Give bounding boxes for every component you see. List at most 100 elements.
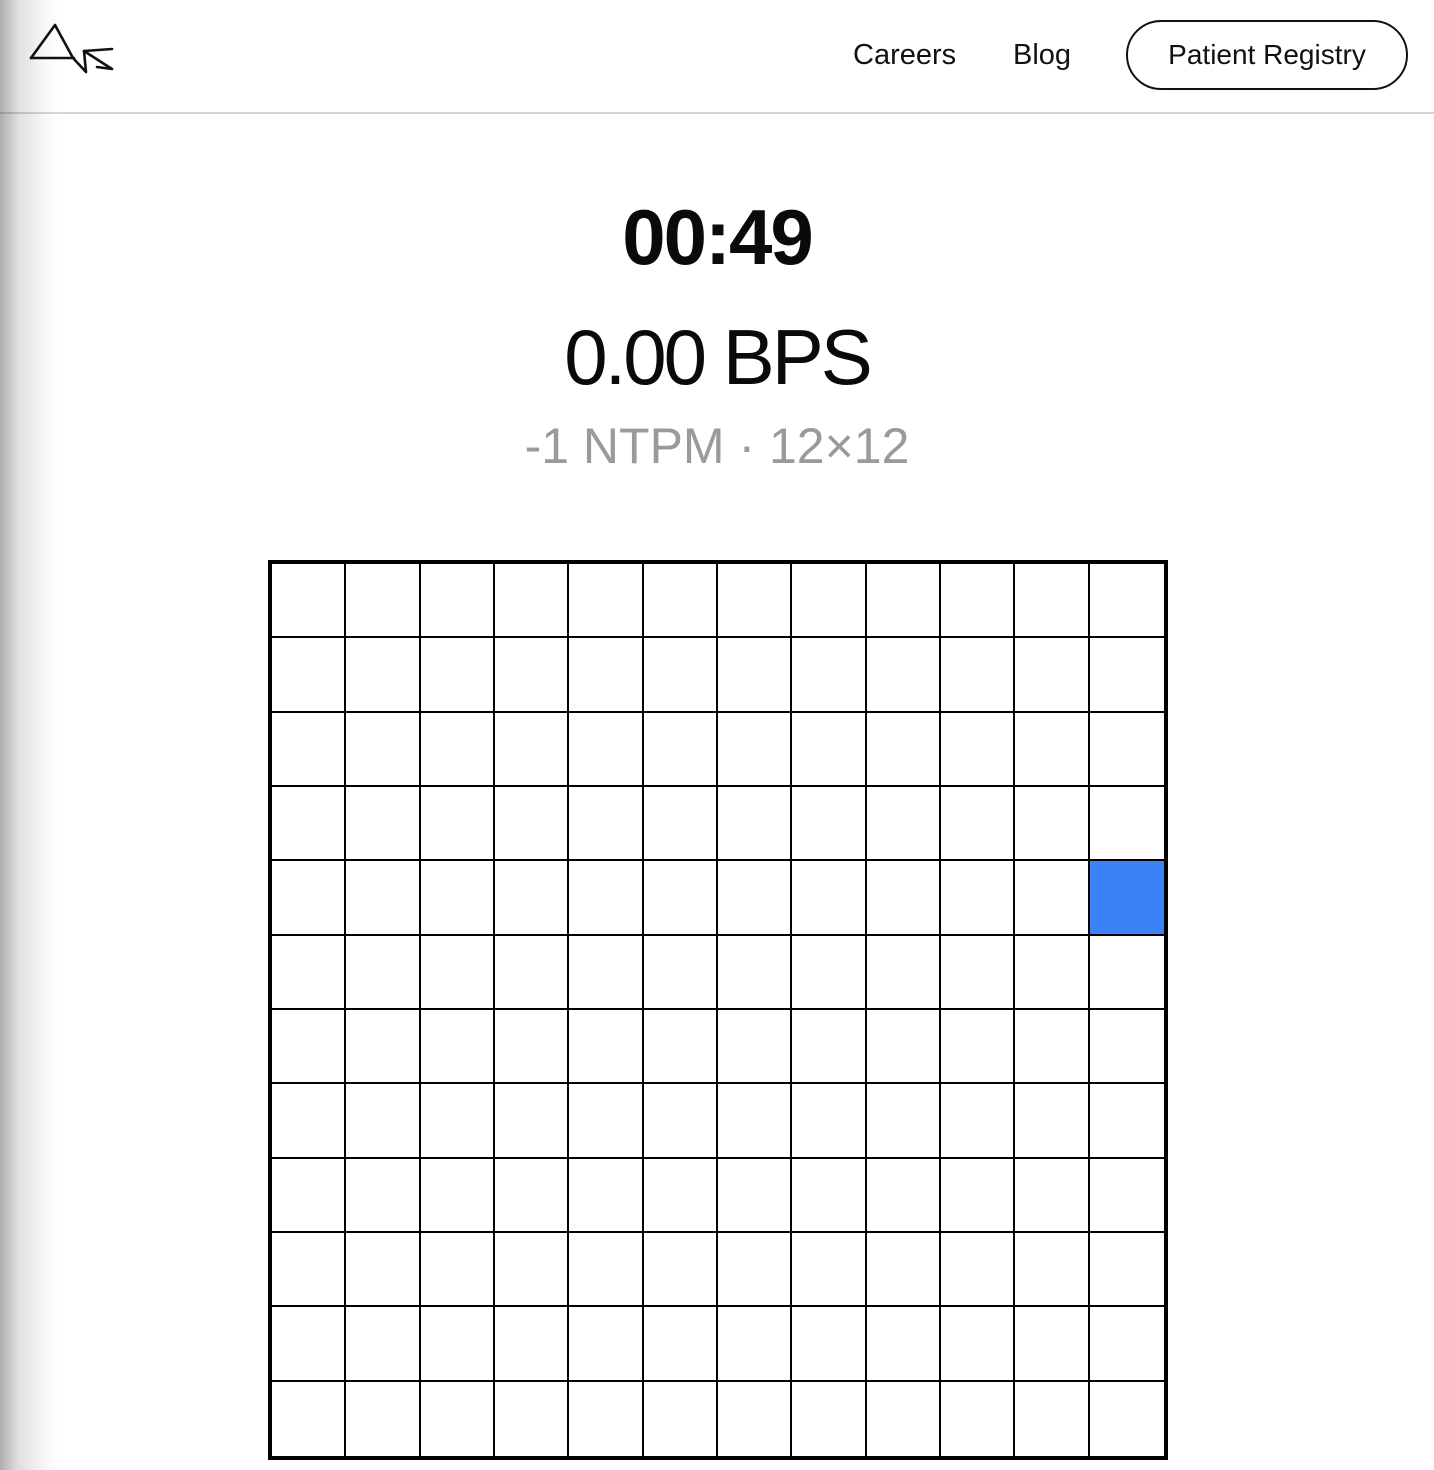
grid-cell[interactable]: [643, 861, 718, 936]
grid-cell[interactable]: [866, 861, 941, 936]
grid-cell[interactable]: [420, 564, 495, 639]
grid-cell[interactable]: [1015, 787, 1090, 862]
grid-cell[interactable]: [866, 1158, 941, 1233]
grid-cell[interactable]: [1089, 1307, 1164, 1382]
grid-cell[interactable]: [569, 638, 644, 713]
grid-cell[interactable]: [495, 1010, 570, 1085]
grid-cell[interactable]: [643, 564, 718, 639]
grid-cell[interactable]: [346, 861, 421, 936]
grid-cell[interactable]: [941, 712, 1016, 787]
grid-cell[interactable]: [792, 564, 867, 639]
grid-cell[interactable]: [569, 1307, 644, 1382]
grid-cell[interactable]: [718, 1381, 793, 1456]
grid-cell[interactable]: [420, 1307, 495, 1382]
grid-cell[interactable]: [346, 1307, 421, 1382]
grid-cell[interactable]: [643, 1084, 718, 1159]
grid-cell[interactable]: [643, 1233, 718, 1308]
grid-cell[interactable]: [495, 861, 570, 936]
grid-cell[interactable]: [792, 787, 867, 862]
grid-cell[interactable]: [1015, 1233, 1090, 1308]
grid-cell[interactable]: [792, 1381, 867, 1456]
grid-cell[interactable]: [866, 1233, 941, 1308]
grid-cell[interactable]: [272, 564, 347, 639]
grid-cell[interactable]: [1089, 712, 1164, 787]
nav-careers-link[interactable]: Careers: [853, 36, 956, 74]
grid-cell[interactable]: [643, 935, 718, 1010]
grid-cell[interactable]: [941, 1158, 1016, 1233]
grid-cell[interactable]: [420, 1084, 495, 1159]
grid-cell[interactable]: [792, 861, 867, 936]
grid-cell[interactable]: [420, 1233, 495, 1308]
grid-cell[interactable]: [420, 1010, 495, 1085]
grid-cell[interactable]: [718, 1010, 793, 1085]
grid-cell[interactable]: [346, 638, 421, 713]
grid-cell[interactable]: [569, 1084, 644, 1159]
target-cell[interactable]: [1089, 861, 1164, 936]
grid-cell[interactable]: [272, 712, 347, 787]
grid-cell[interactable]: [1015, 638, 1090, 713]
grid-cell[interactable]: [866, 1381, 941, 1456]
grid-cell[interactable]: [1089, 1010, 1164, 1085]
grid-cell[interactable]: [718, 1084, 793, 1159]
grid-cell[interactable]: [941, 1307, 1016, 1382]
grid-cell[interactable]: [718, 1158, 793, 1233]
grid-cell[interactable]: [569, 861, 644, 936]
grid-cell[interactable]: [569, 1010, 644, 1085]
patient-registry-button[interactable]: Patient Registry: [1126, 20, 1408, 90]
grid-cell[interactable]: [866, 564, 941, 639]
grid-cell[interactable]: [272, 787, 347, 862]
grid-cell[interactable]: [272, 861, 347, 936]
grid-cell[interactable]: [272, 638, 347, 713]
grid-cell[interactable]: [1015, 861, 1090, 936]
grid-cell[interactable]: [643, 787, 718, 862]
grid-cell[interactable]: [866, 1307, 941, 1382]
grid-cell[interactable]: [495, 1233, 570, 1308]
grid-cell[interactable]: [272, 1233, 347, 1308]
grid-cell[interactable]: [272, 935, 347, 1010]
grid-cell[interactable]: [1015, 1084, 1090, 1159]
grid-cell[interactable]: [272, 1381, 347, 1456]
grid-cell[interactable]: [346, 1381, 421, 1456]
grid-cell[interactable]: [1015, 935, 1090, 1010]
grid-cell[interactable]: [569, 712, 644, 787]
grid-cell[interactable]: [866, 638, 941, 713]
grid-cell[interactable]: [1015, 712, 1090, 787]
grid-cell[interactable]: [866, 1084, 941, 1159]
grid-cell[interactable]: [643, 638, 718, 713]
grid-cell[interactable]: [569, 564, 644, 639]
grid-cell[interactable]: [569, 1158, 644, 1233]
grid-cell[interactable]: [792, 712, 867, 787]
grid-cell[interactable]: [866, 935, 941, 1010]
grid-cell[interactable]: [346, 1010, 421, 1085]
grid-cell[interactable]: [569, 787, 644, 862]
grid-cell[interactable]: [569, 935, 644, 1010]
grid-cell[interactable]: [495, 1307, 570, 1382]
grid-cell[interactable]: [272, 1084, 347, 1159]
grid-cell[interactable]: [420, 787, 495, 862]
grid-cell[interactable]: [1089, 935, 1164, 1010]
grid-cell[interactable]: [420, 935, 495, 1010]
grid-cell[interactable]: [1015, 564, 1090, 639]
grid-cell[interactable]: [495, 787, 570, 862]
grid-cell[interactable]: [941, 1233, 1016, 1308]
grid-cell[interactable]: [792, 935, 867, 1010]
grid-cell[interactable]: [643, 1010, 718, 1085]
grid-cell[interactable]: [1089, 1233, 1164, 1308]
grid-cell[interactable]: [643, 1381, 718, 1456]
grid-cell[interactable]: [941, 1010, 1016, 1085]
grid-cell[interactable]: [495, 712, 570, 787]
grid-cell[interactable]: [718, 935, 793, 1010]
grid-cell[interactable]: [1089, 787, 1164, 862]
grid-cell[interactable]: [420, 1381, 495, 1456]
grid-cell[interactable]: [346, 787, 421, 862]
grid-cell[interactable]: [941, 638, 1016, 713]
grid-cell[interactable]: [643, 1307, 718, 1382]
grid-cell[interactable]: [643, 712, 718, 787]
grid-cell[interactable]: [346, 564, 421, 639]
grid-cell[interactable]: [941, 564, 1016, 639]
grid-cell[interactable]: [941, 935, 1016, 1010]
grid-cell[interactable]: [866, 787, 941, 862]
grid-cell[interactable]: [941, 1381, 1016, 1456]
grid-cell[interactable]: [1015, 1381, 1090, 1456]
grid-cell[interactable]: [718, 564, 793, 639]
